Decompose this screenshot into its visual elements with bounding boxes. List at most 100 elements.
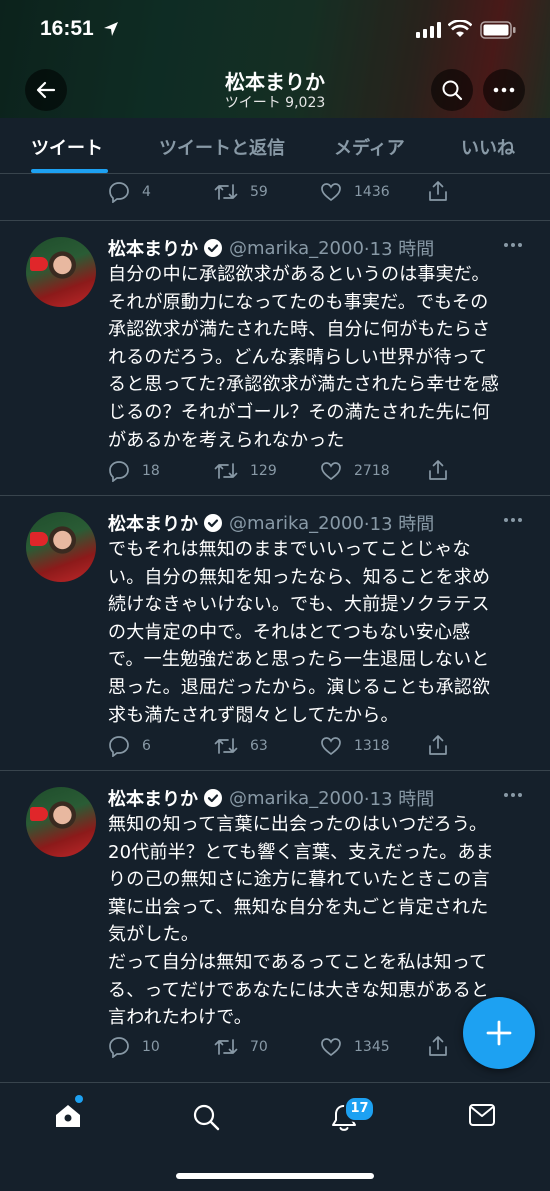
verified-icon [204,239,222,257]
tab-home[interactable] [54,1103,82,1133]
tweet-header: 松本まりか @marika_2000 ·13 時間 [108,510,435,536]
reply-count: 18 [142,463,160,479]
tweet-text: 自分の中に承認欲求があるというのは事実だ。 それが原動力になってたのも事実だ。で… [108,264,500,451]
partial-tweet-actions: 4 59 1436 [0,174,550,220]
share-icon [429,1036,447,1056]
tweet-feed: 4 59 1436 松本まりか @marika_2000 ·13 時間 自分の中… [0,174,550,1091]
retweet-icon [214,184,238,200]
profile-tabs: ツイート ツイートと返信 メディア いいね [0,118,550,174]
reply-button[interactable]: 10 [108,1036,160,1058]
author-name[interactable]: 松本まりか [108,235,198,261]
tweet-more-icon[interactable] [503,792,523,798]
wifi-icon [448,20,472,37]
tweet-item[interactable]: 松本まりか @marika_2000 ·13 時間 自分の中に承認欲求があるとい… [0,220,550,495]
tweet-text: 無知の知って言葉に出会ったのはいつだろう。 20代前半？とても響く言葉、支えだっ… [108,814,494,1029]
like-count: 2718 [354,463,390,479]
reply-count: 6 [142,738,151,754]
retweet-count: 59 [250,184,268,200]
home-indicator[interactable] [176,1173,374,1179]
retweet-button[interactable]: 129 [214,460,277,482]
like-count: 1318 [354,738,390,754]
retweet-count: 129 [250,463,277,479]
tab-tweets-and-replies[interactable]: ツイートと返信 [159,134,285,160]
compose-tweet-button[interactable] [463,997,535,1069]
reply-count: 4 [142,184,151,200]
tab-media[interactable]: メディア [334,134,405,160]
author-handle: @marika_2000 [229,237,364,259]
tweet-header: 松本まりか @marika_2000 ·13 時間 [108,785,435,811]
share-button[interactable] [427,734,449,756]
like-button[interactable]: 1345 [320,1036,390,1058]
like-count: 1345 [354,1039,390,1055]
share-icon [429,460,447,480]
reply-button[interactable]: 4 [108,181,151,203]
active-tab-indicator [31,169,108,173]
share-icon [429,181,447,201]
share-button[interactable] [427,1035,449,1057]
search-icon [442,80,463,101]
compose-icon [486,1020,512,1046]
author-name[interactable]: 松本まりか [108,510,198,536]
like-button[interactable]: 1318 [320,735,390,757]
share-icon [429,735,447,755]
like-button[interactable]: 2718 [320,460,390,482]
status-bar: 16:51 [0,0,550,60]
author-name[interactable]: 松本まりか [108,785,198,811]
tab-likes[interactable]: いいね [461,134,515,160]
retweet-count: 70 [250,1039,268,1055]
tweet-text: でもそれは無知のままでいいってことじゃな い。自分の無知を知ったなら、知ることを… [108,539,491,726]
tab-search[interactable] [192,1103,220,1135]
retweet-icon [214,463,238,479]
search-button[interactable] [431,69,473,111]
reply-button[interactable]: 6 [108,735,151,757]
home-unread-dot [75,1095,83,1103]
reply-icon [109,461,129,482]
location-arrow-icon [104,22,118,36]
retweet-icon [214,1039,238,1055]
avatar[interactable] [26,787,96,857]
like-button[interactable]: 1436 [320,181,390,203]
like-icon [321,462,341,481]
status-time: 16:51 [40,17,94,40]
tweet-time: ·13 時間 [363,789,435,810]
retweet-button[interactable]: 70 [214,1036,268,1058]
retweet-button[interactable]: 59 [214,181,268,203]
more-button[interactable] [483,69,525,111]
search-icon [193,1104,220,1131]
home-icon [56,1105,80,1127]
profile-nav: 松本まりか ツイート 9,023 [0,66,550,116]
more-icon [493,87,515,93]
tweet-actions: 18 129 2718 [0,453,550,489]
tweet-time: ·13 時間 [363,514,435,535]
retweet-count: 63 [250,738,268,754]
tweet-actions: 6 63 1318 [0,728,550,764]
verified-icon [204,789,222,807]
retweet-icon [214,738,238,754]
author-handle: @marika_2000 [229,512,364,534]
retweet-button[interactable]: 63 [214,735,268,757]
tweet-time: ·13 時間 [363,239,435,260]
battery-icon [480,21,516,39]
reply-count: 10 [142,1039,160,1055]
like-icon [321,1038,341,1057]
share-button[interactable] [427,180,449,202]
tweet-item[interactable]: 松本まりか @marika_2000 ·13 時間 でもそれは無知のままでいいっ… [0,495,550,770]
cellular-signal-icon [416,22,441,38]
reply-button[interactable]: 18 [108,460,160,482]
tweet-header: 松本まりか @marika_2000 ·13 時間 [108,235,435,261]
share-button[interactable] [427,459,449,481]
like-count: 1436 [354,184,390,200]
like-icon [321,183,341,202]
reply-icon [109,1037,129,1058]
reply-icon [109,736,129,757]
avatar[interactable] [26,237,96,307]
notifications-badge: 17 [344,1096,375,1122]
like-icon [321,737,341,756]
tweet-more-icon[interactable] [503,517,523,523]
reply-icon [109,182,129,203]
avatar[interactable] [26,512,96,582]
tweet-more-icon[interactable] [503,242,523,248]
tab-messages[interactable] [468,1103,496,1131]
tab-tweets[interactable]: ツイート [31,134,103,160]
author-handle: @marika_2000 [229,787,364,809]
